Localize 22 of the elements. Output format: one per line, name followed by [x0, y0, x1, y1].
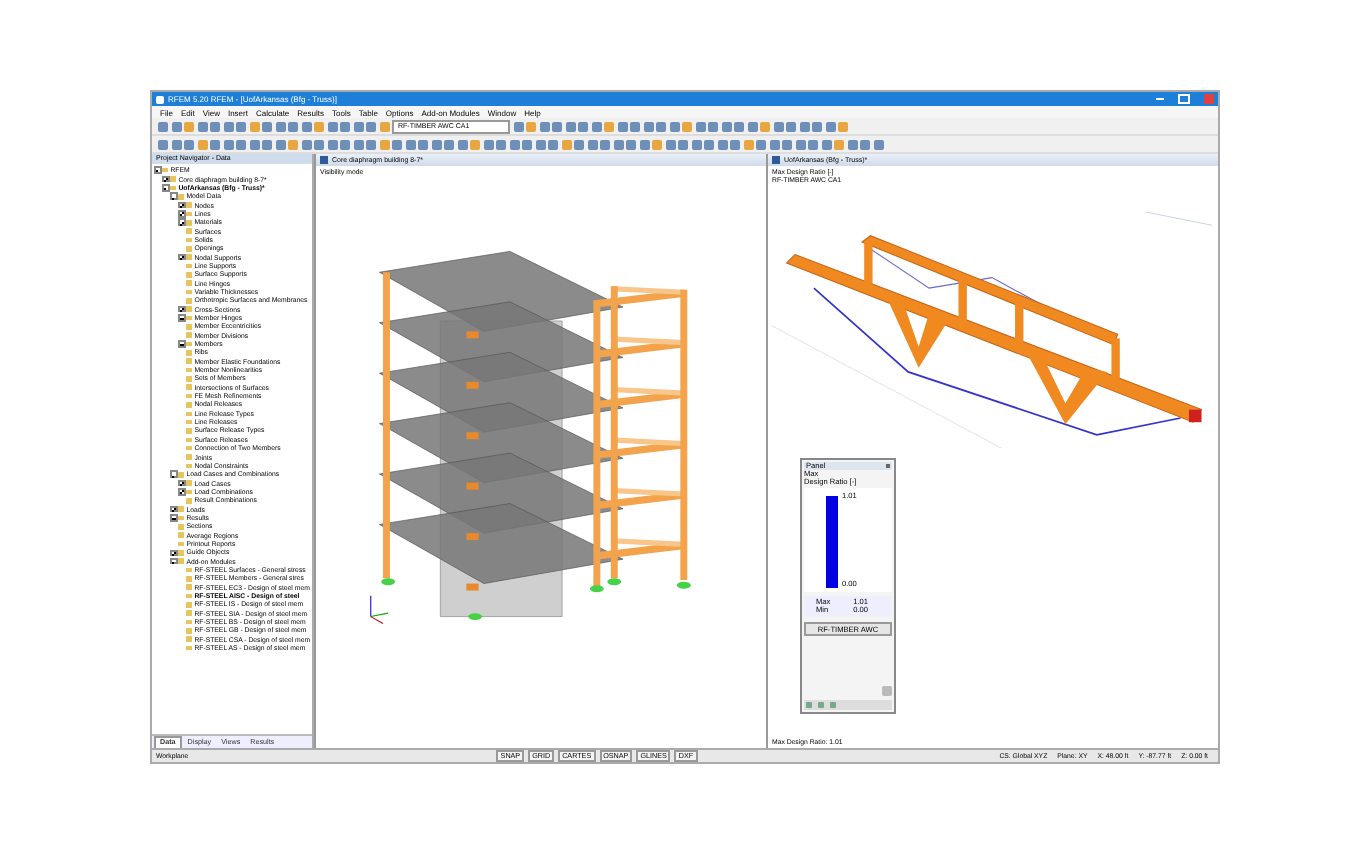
color-scale-bar	[826, 496, 838, 588]
expand-toggle[interactable]	[170, 505, 178, 513]
expand-toggle[interactable]	[170, 557, 178, 565]
expand-toggle[interactable]	[170, 549, 178, 557]
expand-toggle[interactable]	[178, 305, 186, 313]
model-icon	[772, 156, 780, 164]
expand-toggle[interactable]	[178, 314, 186, 322]
expand-toggle[interactable]	[178, 488, 186, 496]
model-icon	[320, 156, 328, 164]
expand-toggle[interactable]	[154, 166, 162, 174]
expand-toggle[interactable]	[162, 175, 170, 183]
expand-toggle[interactable]	[178, 210, 186, 218]
expand-toggle[interactable]	[170, 192, 178, 200]
maximize-icon[interactable]	[1178, 94, 1190, 104]
expand-toggle[interactable]	[178, 253, 186, 261]
expand-toggle[interactable]	[178, 201, 186, 209]
expand-toggle[interactable]	[178, 218, 186, 227]
expand-toggle[interactable]	[162, 184, 170, 192]
expand-toggle[interactable]	[178, 479, 186, 487]
expand-toggle[interactable]	[178, 340, 186, 348]
expand-toggle[interactable]	[170, 470, 178, 478]
expand-toggle[interactable]	[170, 514, 178, 522]
